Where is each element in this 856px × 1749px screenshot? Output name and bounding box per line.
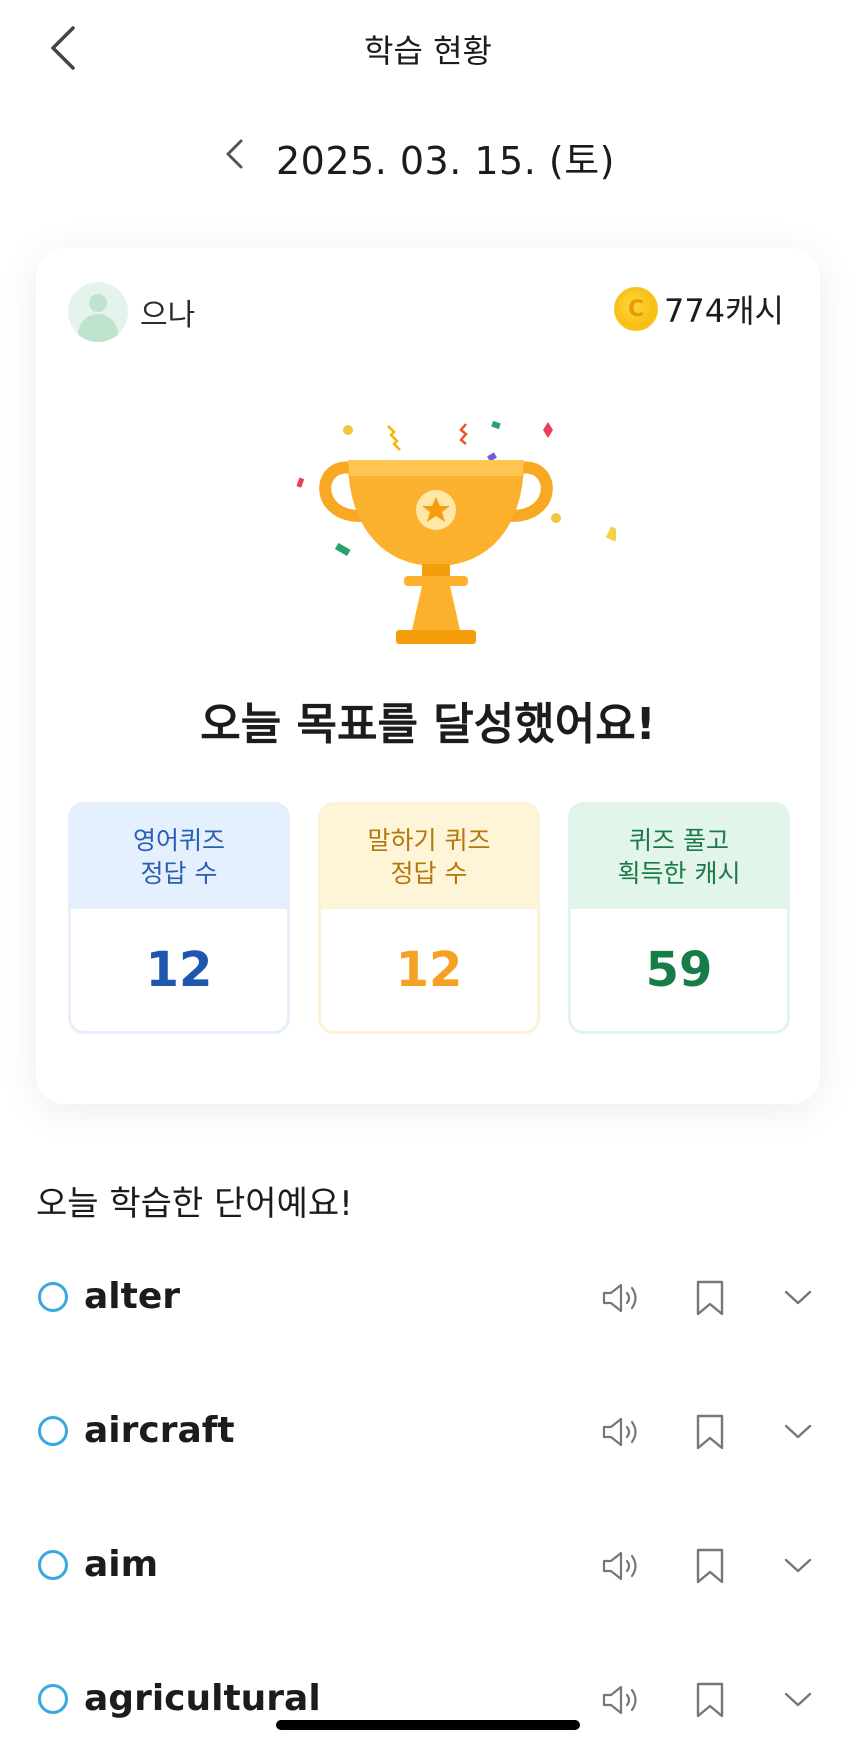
word-text: aim bbox=[84, 1544, 159, 1585]
cash-amount: 774캐시 bbox=[664, 292, 784, 330]
avatar bbox=[68, 282, 128, 342]
speaker-icon[interactable] bbox=[598, 1542, 646, 1590]
chevron-left-icon bbox=[226, 139, 243, 169]
stat-value: 59 bbox=[571, 909, 787, 1031]
stat-value: 12 bbox=[321, 909, 537, 1031]
word-check-circle[interactable] bbox=[38, 1550, 68, 1580]
bookmark-icon[interactable] bbox=[686, 1542, 734, 1590]
word-list: alter aircraft aim agricultural bbox=[0, 1238, 856, 1749]
stat-label: 퀴즈 풀고 획득한 캐시 bbox=[571, 805, 787, 909]
list-item: alter bbox=[0, 1238, 856, 1372]
home-indicator bbox=[276, 1720, 580, 1730]
chevron-down-icon[interactable] bbox=[774, 1274, 822, 1322]
speaking-quiz-correct-stat: 말하기 퀴즈 정답 수 12 bbox=[318, 802, 540, 1034]
page-title: 학습 현황 bbox=[364, 32, 492, 70]
word-check-circle[interactable] bbox=[38, 1282, 68, 1312]
list-item: aircraft bbox=[0, 1372, 856, 1506]
speaker-icon[interactable] bbox=[598, 1408, 646, 1456]
cash-balance: C 774캐시 bbox=[614, 286, 784, 332]
english-quiz-correct-stat: 영어퀴즈 정답 수 12 bbox=[68, 802, 290, 1034]
speaker-icon[interactable] bbox=[598, 1676, 646, 1724]
stats-row: 영어퀴즈 정답 수 12 말하기 퀴즈 정답 수 12 퀴즈 풀고 획득한 캐시 59 bbox=[68, 802, 790, 1034]
daily-summary-card: 으나 C 774캐시 오늘 목표를 달성했어요! 영어퀴즈 정답 수 12 말하… bbox=[36, 248, 820, 1104]
word-text: alter bbox=[84, 1276, 181, 1317]
words-section-title: 오늘 학습한 단어예요! bbox=[36, 1184, 353, 1224]
coin-icon: C bbox=[614, 287, 659, 331]
learning-status-screen: 학습 현황 2025. 03. 15. (토) 으나 C 774캐시 오늘 목표… bbox=[0, 0, 856, 1749]
list-item: aim bbox=[0, 1506, 856, 1640]
word-check-circle[interactable] bbox=[38, 1416, 68, 1446]
header: 학습 현황 bbox=[0, 0, 856, 96]
bookmark-icon[interactable] bbox=[686, 1408, 734, 1456]
word-text: agricultural bbox=[84, 1678, 321, 1719]
list-item: agricultural bbox=[0, 1640, 856, 1749]
chevron-down-icon[interactable] bbox=[774, 1542, 822, 1590]
previous-date-button[interactable] bbox=[212, 130, 256, 178]
trophy-icon bbox=[296, 420, 616, 644]
chevron-down-icon[interactable] bbox=[774, 1676, 822, 1724]
goal-achieved-message: 오늘 목표를 달성했어요! bbox=[200, 699, 656, 750]
user-info: 으나 bbox=[68, 282, 195, 342]
date-navigator: 2025. 03. 15. (토) bbox=[0, 124, 856, 184]
stat-label: 영어퀴즈 정답 수 bbox=[71, 805, 287, 909]
stat-label: 말하기 퀴즈 정답 수 bbox=[321, 805, 537, 909]
user-name: 으나 bbox=[140, 298, 196, 333]
quiz-earned-cash-stat: 퀴즈 풀고 획득한 캐시 59 bbox=[568, 802, 790, 1034]
speaker-icon[interactable] bbox=[598, 1274, 646, 1322]
bookmark-icon[interactable] bbox=[686, 1676, 734, 1724]
stat-value: 12 bbox=[71, 909, 287, 1031]
date-label: 2025. 03. 15. (토) bbox=[276, 139, 615, 183]
chevron-down-icon[interactable] bbox=[774, 1408, 822, 1456]
bookmark-icon[interactable] bbox=[686, 1274, 734, 1322]
word-check-circle[interactable] bbox=[38, 1684, 68, 1714]
word-text: aircraft bbox=[84, 1410, 235, 1451]
